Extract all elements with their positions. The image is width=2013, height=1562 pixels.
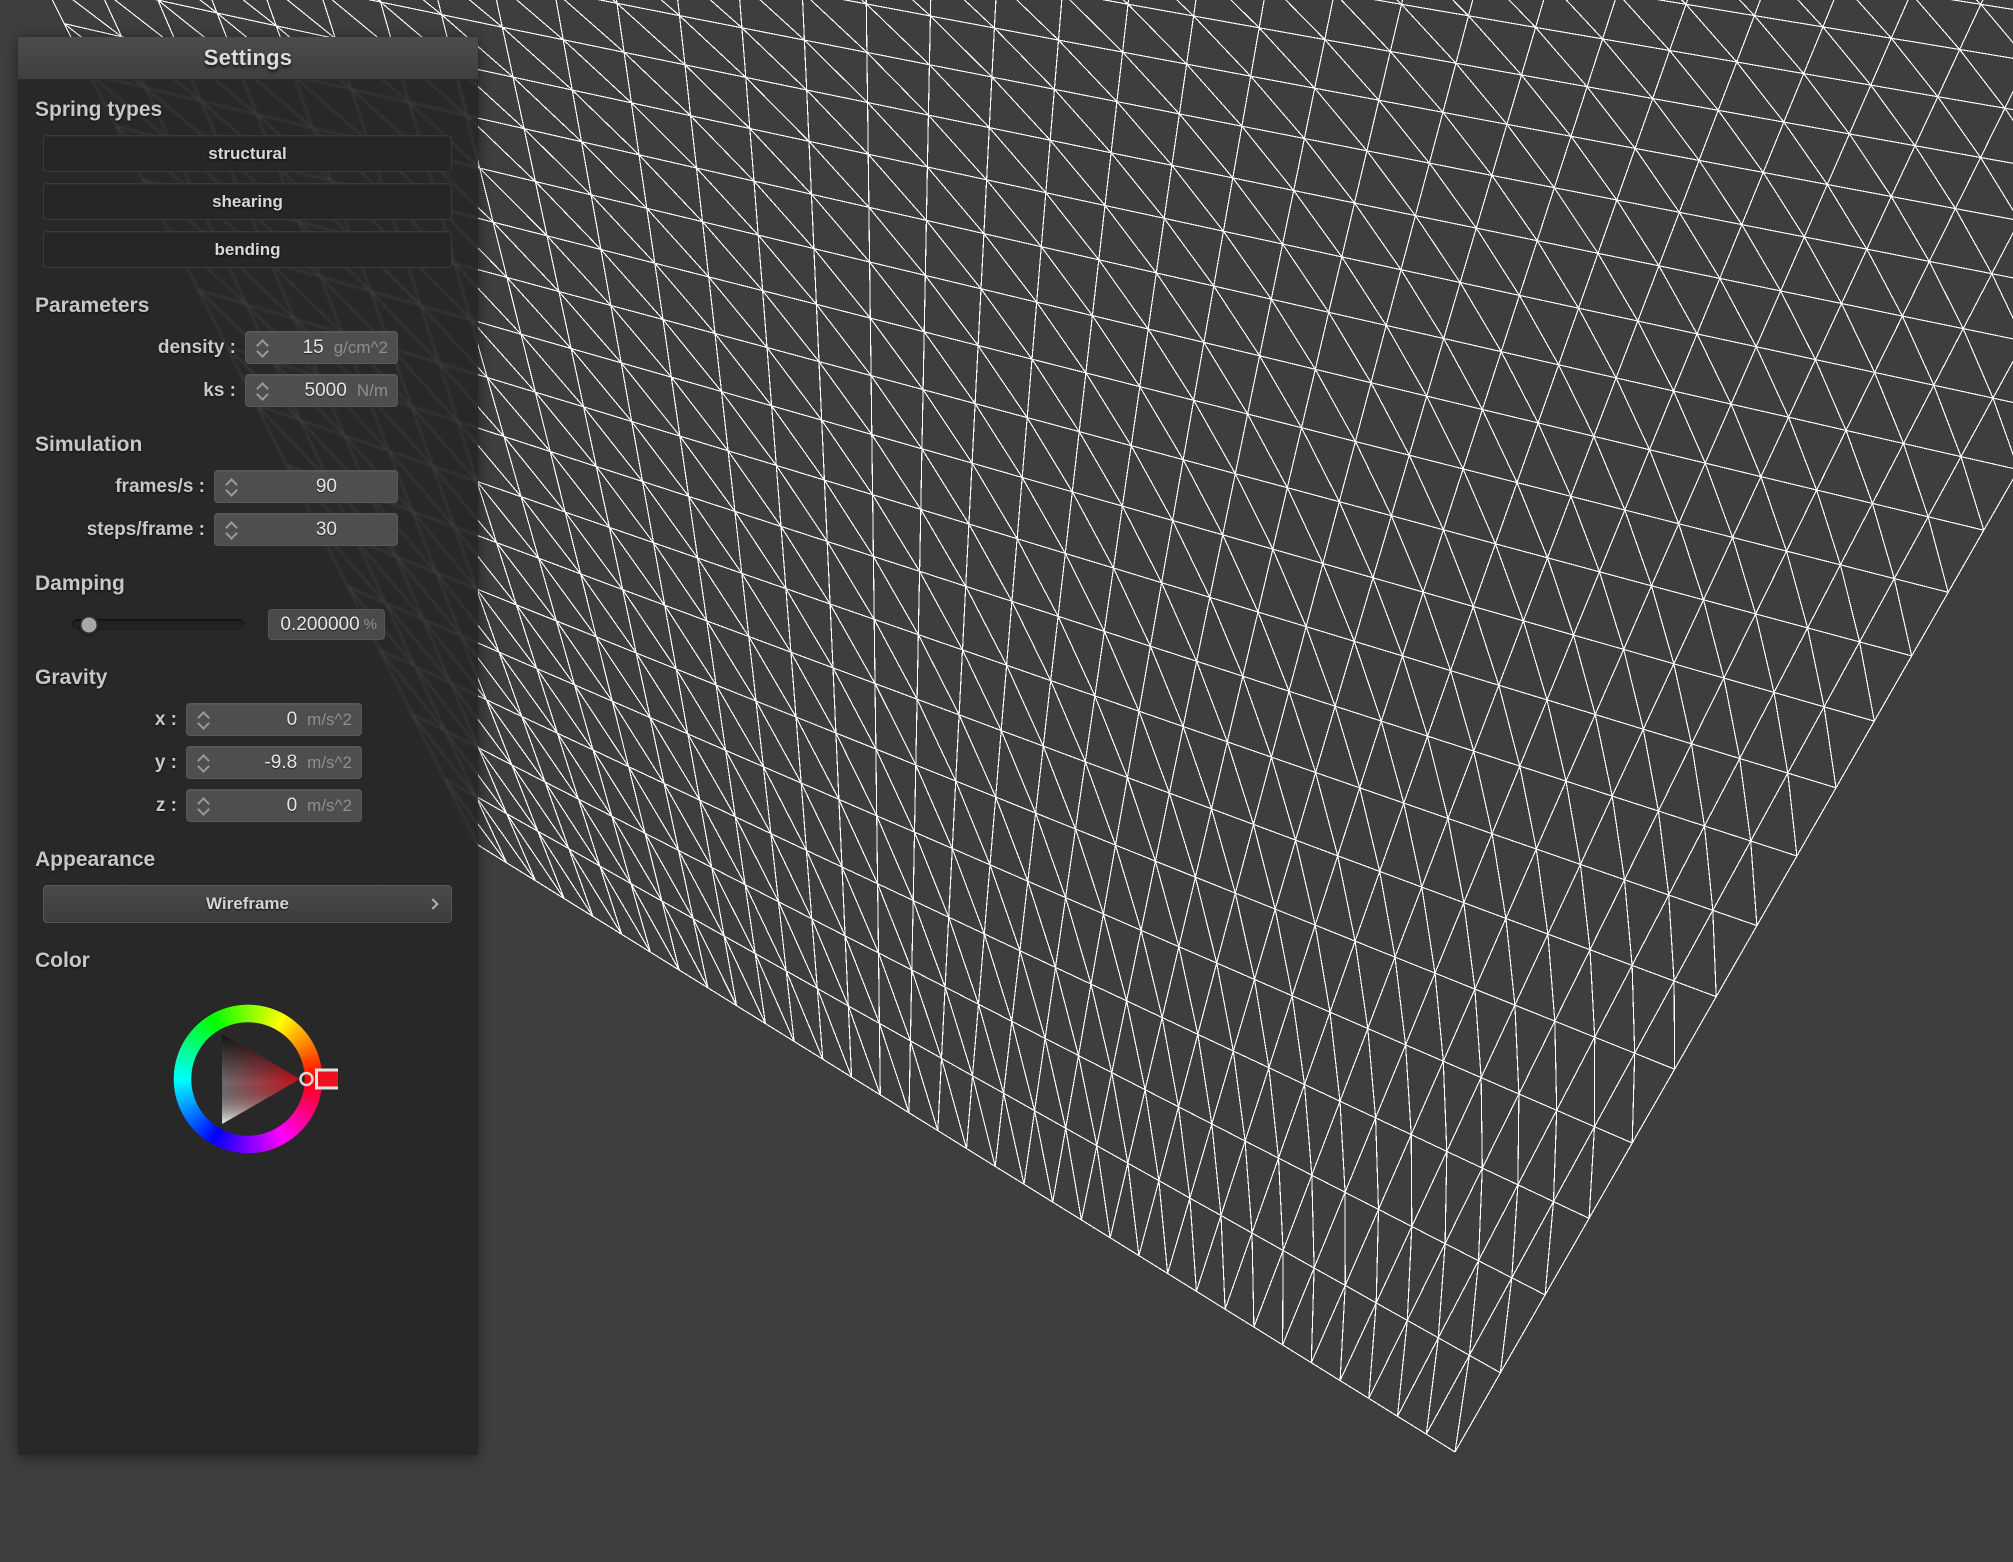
- panel-header[interactable]: Settings: [18, 37, 478, 80]
- density-unit: g/cm^2: [333, 337, 388, 357]
- gravity-y-value[interactable]: -9.8: [214, 752, 303, 774]
- frames-per-second-stepper-arrows[interactable]: [220, 471, 242, 502]
- spring-type-row-structural: structural: [18, 135, 478, 172]
- gravity-x-stepper-arrows[interactable]: [192, 704, 214, 735]
- field-row-steps-per-frame: steps/frame : 30: [18, 513, 478, 546]
- damping-readout[interactable]: 0.200000 %: [268, 609, 385, 640]
- frames-per-second-spinner[interactable]: 90: [214, 470, 398, 503]
- ks-spinner[interactable]: 5000 N/m: [245, 374, 398, 407]
- chevron-down-icon: [258, 392, 267, 397]
- chevron-down-icon: [227, 531, 236, 536]
- spring-type-row-shearing: shearing: [18, 183, 478, 220]
- chevron-down-icon: [258, 349, 267, 354]
- appearance-row: Wireframe: [18, 885, 478, 923]
- spring-type-bending[interactable]: bending: [43, 231, 452, 268]
- gravity-x-value[interactable]: 0: [214, 709, 303, 731]
- density-spinner[interactable]: 15 g/cm^2: [245, 331, 398, 364]
- chevron-right-icon: [427, 898, 439, 910]
- section-heading-appearance: Appearance: [35, 848, 156, 871]
- damping-value: 0.200000: [280, 613, 360, 635]
- field-row-gravity-y: y : -9.8 m/s^2: [18, 746, 478, 779]
- field-row-density: density : 15 g/cm^2: [18, 331, 478, 364]
- section-heading-damping: Damping: [35, 572, 125, 595]
- gravity-x-spinner[interactable]: 0 m/s^2: [186, 703, 362, 736]
- label-frames-per-second: frames/s :: [115, 475, 205, 497]
- section-heading-parameters: Parameters: [35, 294, 150, 317]
- label-density: density :: [157, 336, 236, 358]
- gravity-z-value[interactable]: 0: [214, 795, 303, 817]
- color-wheel-wrap: [18, 989, 478, 1169]
- frames-per-second-value[interactable]: 90: [242, 476, 397, 498]
- ks-value[interactable]: 5000: [273, 380, 353, 402]
- page-title: Settings: [203, 45, 293, 70]
- gravity-y-unit: m/s^2: [307, 752, 352, 772]
- damping-row: 0.200000 %: [18, 609, 478, 640]
- gravity-y-spinner[interactable]: -9.8 m/s^2: [186, 746, 362, 779]
- spring-type-row-bending: bending: [18, 231, 478, 268]
- damping-slider-knob[interactable]: [79, 615, 99, 634]
- gravity-z-unit: m/s^2: [307, 795, 352, 815]
- gravity-x-unit: m/s^2: [307, 709, 352, 729]
- damping-unit: %: [363, 616, 377, 633]
- spring-type-shearing[interactable]: shearing: [43, 183, 452, 220]
- steps-per-frame-spinner[interactable]: 30: [214, 513, 398, 546]
- steps-per-frame-value[interactable]: 30: [242, 519, 397, 541]
- chevron-down-icon: [199, 764, 208, 769]
- damping-slider[interactable]: [72, 615, 244, 634]
- chevron-down-icon: [199, 807, 208, 812]
- field-row-gravity-x: x : 0 m/s^2: [18, 703, 478, 736]
- color-wheel-picker[interactable]: [158, 989, 344, 1169]
- label-ks: ks :: [203, 379, 236, 401]
- ks-unit: N/m: [356, 380, 388, 400]
- label-gravity-z: z :: [155, 794, 177, 816]
- appearance-dropdown[interactable]: Wireframe: [43, 885, 452, 923]
- density-stepper-arrows[interactable]: [251, 332, 273, 363]
- steps-per-frame-stepper-arrows[interactable]: [220, 514, 242, 545]
- settings-panel: Settings Spring types structural shearin…: [18, 37, 478, 1455]
- chevron-down-icon: [199, 721, 208, 726]
- section-heading-spring-types: Spring types: [35, 98, 163, 121]
- field-row-gravity-z: z : 0 m/s^2: [18, 789, 478, 822]
- gravity-z-spinner[interactable]: 0 m/s^2: [186, 789, 362, 822]
- density-value[interactable]: 15: [273, 337, 330, 359]
- label-steps-per-frame: steps/frame :: [86, 518, 205, 540]
- appearance-selected-label: Wireframe: [206, 894, 289, 913]
- section-heading-color: Color: [35, 949, 90, 972]
- section-heading-gravity: Gravity: [35, 666, 108, 689]
- app-window: Settings Spring types structural shearin…: [0, 0, 2013, 1562]
- gravity-y-stepper-arrows[interactable]: [192, 747, 214, 778]
- color-wheel-icon[interactable]: [158, 989, 344, 1169]
- field-row-ks: ks : 5000 N/m: [18, 374, 478, 407]
- gravity-z-stepper-arrows[interactable]: [192, 790, 214, 821]
- panel-body: Spring types structural shearing bending…: [18, 80, 478, 1169]
- section-heading-simulation: Simulation: [35, 433, 143, 456]
- label-gravity-y: y :: [154, 751, 177, 773]
- spring-type-structural[interactable]: structural: [43, 135, 452, 172]
- field-row-frames-per-second: frames/s : 90: [18, 470, 478, 503]
- label-gravity-x: x :: [154, 708, 177, 730]
- ks-stepper-arrows[interactable]: [251, 375, 273, 406]
- chevron-down-icon: [227, 488, 236, 493]
